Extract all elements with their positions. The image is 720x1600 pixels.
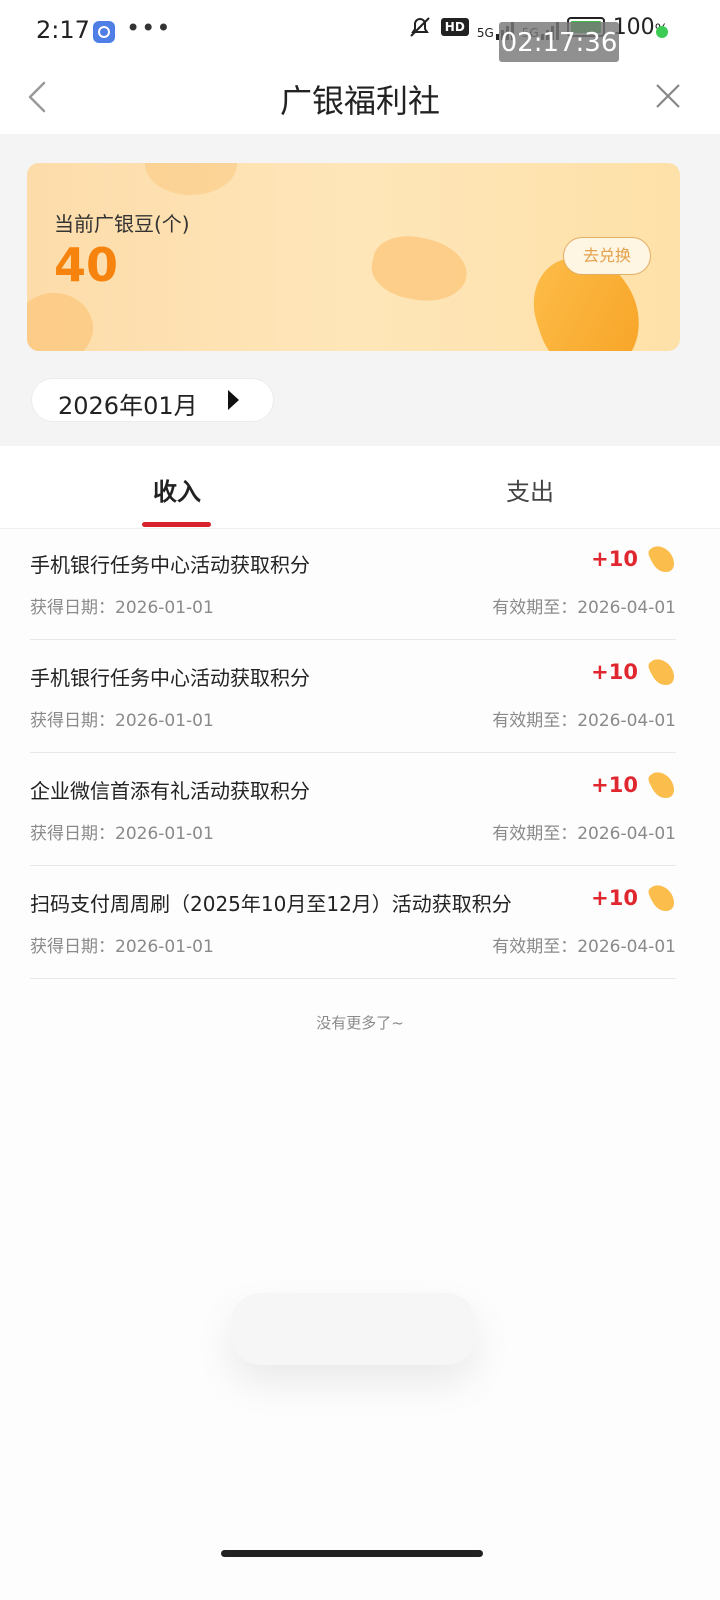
status-time: 2:17	[36, 16, 90, 44]
bean-decoration	[145, 163, 237, 195]
bean-icon	[646, 883, 676, 913]
record-amount: +10	[591, 886, 638, 910]
bean-decoration	[366, 228, 473, 310]
balance-label: 当前广银豆(个)	[54, 212, 190, 236]
balance-value: 40	[54, 238, 119, 292]
bell-off-icon	[407, 14, 433, 40]
app-notification-icon	[93, 21, 115, 43]
empty-toast	[231, 1293, 476, 1365]
record-amount: +10	[591, 660, 638, 684]
privacy-indicator-dot	[656, 26, 668, 38]
bean-icon	[646, 657, 676, 687]
tab-expense[interactable]: 支出	[506, 472, 554, 507]
record-expire-date: 有效期至：2026-04-01	[492, 598, 676, 618]
page-title: 广银福利社	[279, 82, 440, 120]
bean-icon	[646, 544, 676, 574]
home-indicator[interactable]	[221, 1550, 483, 1557]
record-title: 企业微信首添有礼活动获取积分	[30, 779, 310, 803]
tab-bar	[0, 446, 720, 529]
triangle-right-icon[interactable]	[228, 390, 239, 410]
list-item[interactable]: 扫码支付周周刷（2025年10月至12月）活动获取积分 +10 获得日期：202…	[30, 866, 676, 979]
hd-voice-badge: HD	[440, 18, 469, 36]
record-obtain-date: 获得日期：2026-01-01	[30, 711, 214, 731]
exchange-button[interactable]: 去兑换	[563, 237, 651, 275]
list-item[interactable]: 手机银行任务中心活动获取积分 +10 获得日期：2026-01-01 有效期至：…	[30, 527, 676, 640]
record-expire-date: 有效期至：2026-04-01	[492, 711, 676, 731]
signal-1-label: 5G	[476, 26, 494, 40]
list-end-text: 没有更多了~	[316, 1014, 404, 1032]
record-obtain-date: 获得日期：2026-01-01	[30, 937, 214, 957]
more-notifications-icon: •••	[126, 14, 172, 42]
month-selector-value: 2026年01月	[58, 392, 198, 420]
record-expire-date: 有效期至：2026-04-01	[492, 824, 676, 844]
record-title: 手机银行任务中心活动获取积分	[30, 666, 310, 690]
record-obtain-date: 获得日期：2026-01-01	[30, 824, 214, 844]
close-icon[interactable]	[654, 82, 682, 110]
record-expire-date: 有效期至：2026-04-01	[492, 937, 676, 957]
record-amount: +10	[591, 773, 638, 797]
tab-income[interactable]: 收入	[153, 472, 201, 507]
record-title: 手机银行任务中心活动获取积分	[30, 553, 310, 577]
record-title: 扫码支付周周刷（2025年10月至12月）活动获取积分	[30, 892, 512, 916]
bean-decoration	[27, 293, 93, 351]
record-amount: +10	[591, 547, 638, 571]
record-obtain-date: 获得日期：2026-01-01	[30, 598, 214, 618]
list-item[interactable]: 企业微信首添有礼活动获取积分 +10 获得日期：2026-01-01 有效期至：…	[30, 753, 676, 866]
bean-icon	[646, 770, 676, 800]
floating-clock: 02:17:36	[499, 22, 619, 62]
list-item[interactable]: 手机银行任务中心活动获取积分 +10 获得日期：2026-01-01 有效期至：…	[30, 640, 676, 753]
